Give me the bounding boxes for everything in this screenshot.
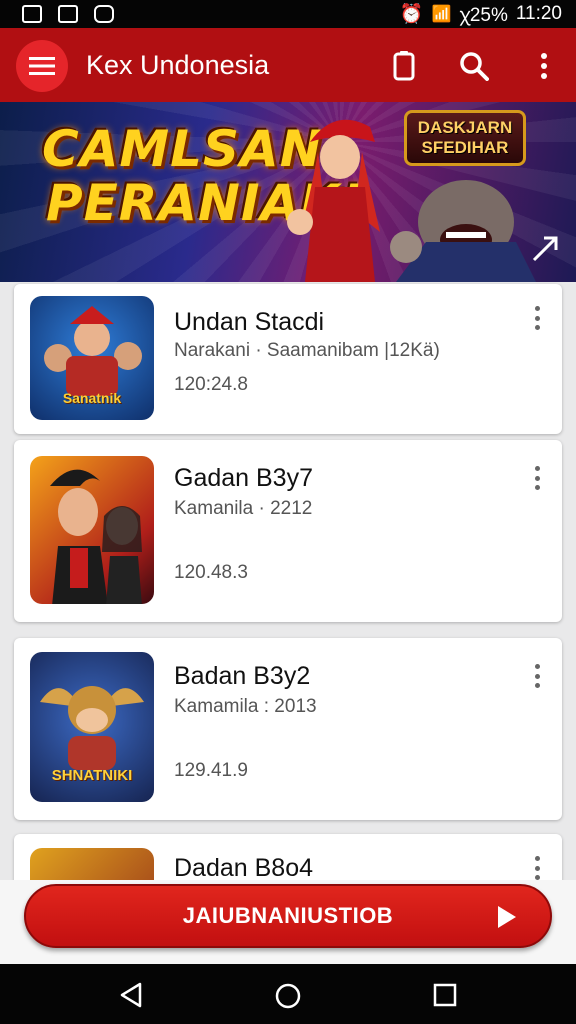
item-thumbnail xyxy=(30,456,154,604)
status-bar: ⏰ 📶 ꭓ25% 11:20 xyxy=(0,0,576,28)
recents-icon[interactable] xyxy=(432,982,458,1008)
item-title: Gadan B3y7 xyxy=(174,464,313,492)
primary-action-button[interactable]: JAIUBNANIUSTIOB xyxy=(24,884,552,948)
item-subtitle: Narakani · Saamanibam |12Kä) xyxy=(174,340,440,361)
item-title: Badan B3y2 xyxy=(174,662,311,690)
mail-icon xyxy=(58,5,78,23)
more-vert-icon[interactable] xyxy=(532,466,542,490)
search-button[interactable] xyxy=(458,50,490,82)
beast-character-illustration xyxy=(390,180,536,282)
item-thumbnail: SHNATNIKI xyxy=(30,652,154,802)
banner-badge: DASKJARN SFEDIHAR xyxy=(404,110,526,166)
system-nav-bar xyxy=(0,964,576,1024)
play-icon xyxy=(498,906,516,928)
more-vert-icon[interactable] xyxy=(532,306,542,330)
item-value: 129.41.9 xyxy=(174,760,248,781)
menu-button[interactable] xyxy=(16,40,68,92)
more-vert-icon[interactable] xyxy=(532,856,542,880)
list-item[interactable]: SHNATNIKI Badan B3y2 Kamamila : 2013 129… xyxy=(14,638,562,820)
item-thumbnail: Sanatnik xyxy=(30,296,154,420)
lock-icon xyxy=(94,5,114,23)
app-bar: Kex Undonesia xyxy=(0,28,576,102)
alarm-icon: ⏰ xyxy=(399,4,424,25)
item-title: Undan Stacdi xyxy=(174,308,325,336)
status-time: 11:20 xyxy=(515,3,562,24)
phone-icon xyxy=(393,51,415,81)
hero-character-illustration xyxy=(287,119,380,282)
app-title: Kex Undonesia xyxy=(86,50,270,80)
back-icon[interactable] xyxy=(118,982,144,1008)
overflow-menu-button[interactable] xyxy=(528,50,560,82)
item-value: 120:24.8 xyxy=(174,374,248,395)
expand-icon[interactable] xyxy=(530,234,560,264)
promo-banner[interactable]: CAMLSAN! PERANIAK! DASKJARN SFEDIHAR xyxy=(0,102,576,282)
wifi-icon: 📶 xyxy=(431,6,452,23)
more-vert-icon[interactable] xyxy=(532,664,542,688)
item-title: Dadan B8o4 xyxy=(174,854,314,882)
item-subtitle: Kamanila · 2212 xyxy=(174,498,313,519)
item-subtitle: Kamamila : 2013 xyxy=(174,696,317,717)
item-value: 120.48.3 xyxy=(174,562,248,583)
list-item[interactable]: Sanatnik Undan Stacdi Narakani · Saamani… xyxy=(14,284,562,434)
search-icon xyxy=(460,52,489,81)
notification-icon xyxy=(22,5,42,23)
phone-button[interactable] xyxy=(388,50,420,82)
more-vert-icon xyxy=(541,53,547,79)
cta-bar: JAIUBNANIUSTIOB xyxy=(0,880,576,964)
home-icon[interactable] xyxy=(274,982,302,1010)
battery-percent: ꭓ25% xyxy=(459,5,508,26)
menu-icon xyxy=(29,57,55,75)
list-item[interactable]: Gadan B3y7 Kamanila · 2212 120.48.3 xyxy=(14,440,562,622)
